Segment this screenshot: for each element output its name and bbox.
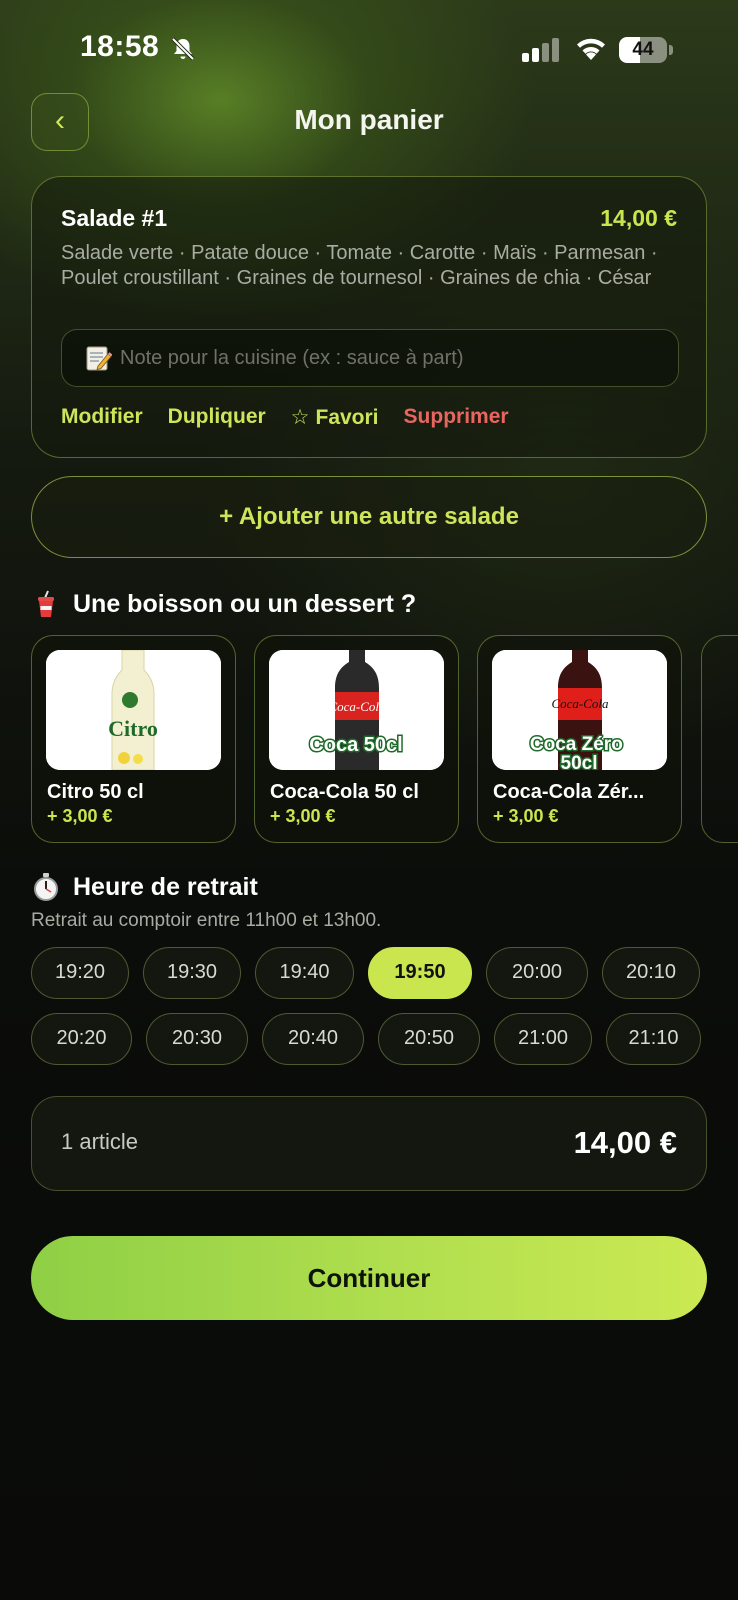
kitchen-note-input[interactable]: Note pour la cuisine (ex : sauce à part) — [61, 329, 679, 387]
extra-item-price: + 3,00 € — [47, 806, 113, 826]
item-price: 14,00 € — [600, 205, 677, 231]
time-slot[interactable]: 19:20 — [31, 947, 129, 999]
time-slot[interactable]: 19:50 — [368, 947, 472, 999]
time-slot[interactable]: 21:00 — [494, 1013, 592, 1065]
pickup-section-title: Heure de retrait — [31, 872, 258, 902]
bell-muted-icon — [171, 37, 195, 61]
duplicate-button[interactable]: Dupliquer — [168, 405, 266, 430]
add-salad-button[interactable]: + Ajouter une autre salade — [31, 476, 707, 558]
extra-item-price: + 3,00 € — [493, 806, 559, 826]
continue-button[interactable]: Continuer — [31, 1236, 707, 1320]
favorite-button[interactable]: ☆ Favori — [291, 405, 379, 430]
extra-item-name: Coca-Cola 50 cl — [270, 781, 419, 803]
pickup-subtitle: Retrait au comptoir entre 11h00 et 13h00… — [31, 910, 382, 931]
battery-body: 44 — [619, 37, 667, 63]
svg-text:Coca-Cola: Coca-Cola — [551, 696, 609, 711]
battery-level: 44 — [632, 39, 654, 60]
citro-logo-text: Citro — [108, 716, 158, 741]
extra-item-name: Citro 50 cl — [47, 781, 144, 803]
time-slot[interactable]: 20:40 — [262, 1013, 364, 1065]
memo-icon — [86, 346, 112, 371]
extra-item-name: Coca-Cola Zér... — [493, 781, 645, 803]
time-slot[interactable]: 21:10 — [606, 1013, 701, 1065]
coca-zero-label-line1: Coca Zéro — [530, 734, 623, 755]
cart-item-card: Salade #1 14,00 € Salade verte · Patate … — [31, 176, 707, 458]
citro-bottle-image: Citro — [46, 650, 221, 770]
note-placeholder: Note pour la cuisine (ex : sauce à part) — [120, 347, 464, 369]
drink-cup-icon — [38, 590, 54, 617]
item-ingredients: Salade verte · Patate douce · Tomate · C… — [61, 242, 658, 289]
time-slot[interactable]: 19:40 — [255, 947, 354, 999]
extras-title-text: Une boisson ou un dessert ? — [73, 589, 417, 618]
svg-text:Coca-Cola: Coca-Cola — [328, 699, 386, 714]
battery-indicator: 44 — [619, 37, 673, 63]
page-title: Mon panier — [294, 104, 444, 135]
item-count: 1 article — [61, 1129, 139, 1154]
time-slot[interactable]: 20:10 — [602, 947, 700, 999]
extra-item-price: + 3,00 € — [270, 806, 336, 826]
time-slot[interactable]: 20:30 — [146, 1013, 248, 1065]
extra-item-card-peek[interactable] — [701, 635, 738, 843]
item-name: Salade #1 — [61, 205, 168, 231]
order-total: 14,00 € — [573, 1125, 677, 1160]
coca-zero-bottle-image: Coca-Cola Coca Zéro 50cl — [492, 650, 667, 770]
extras-carousel[interactable]: Citro Citro 50 cl + 3,00 € Coca-Cola Coc… — [31, 635, 738, 845]
cellular-signal-icon — [522, 38, 559, 62]
delete-button[interactable]: Supprimer — [404, 405, 509, 430]
coca-bottle-image: Coca-Cola Coca 50cl — [269, 650, 444, 770]
coca-label-text: Coca 50cl — [309, 734, 402, 756]
time-slot[interactable]: 20:50 — [378, 1013, 480, 1065]
time-slot[interactable]: 19:30 — [143, 947, 241, 999]
time-slot[interactable]: 20:20 — [31, 1013, 132, 1065]
time-slot[interactable]: 20:00 — [486, 947, 588, 999]
edit-button[interactable]: Modifier — [61, 405, 143, 430]
favorite-label: Favori — [315, 406, 379, 429]
item-actions: Modifier Dupliquer ☆ Favori Supprimer — [61, 405, 509, 430]
pickup-title-text: Heure de retrait — [73, 872, 258, 901]
time-slots-row: 19:20 19:30 19:40 19:50 20:00 20:10 — [31, 947, 700, 999]
stopwatch-icon — [34, 873, 58, 901]
status-time: 18:58 — [80, 30, 160, 63]
star-icon: ☆ — [290, 406, 310, 429]
status-bar: 18:58 44 — [0, 0, 738, 90]
coca-zero-label-line2: 50cl — [561, 753, 598, 770]
wifi-icon — [577, 38, 605, 60]
extra-item-card[interactable]: Citro Citro 50 cl + 3,00 € — [31, 635, 236, 843]
cart-screen: 18:58 44 ‹ Mon panier Salade #1 14,00 € … — [0, 0, 738, 1600]
extras-section-title: Une boisson ou un dessert ? — [31, 589, 416, 619]
battery-nub — [669, 45, 673, 55]
time-slots-row: 20:20 20:30 20:40 20:50 21:00 21:10 — [31, 1013, 701, 1065]
extra-item-card[interactable]: Coca-Cola Coca Zéro 50cl Coca-Cola Zér..… — [477, 635, 682, 843]
extra-item-card[interactable]: Coca-Cola Coca 50cl Coca-Cola 50 cl + 3,… — [254, 635, 459, 843]
order-summary: 1 article 14,00 € — [31, 1096, 707, 1191]
